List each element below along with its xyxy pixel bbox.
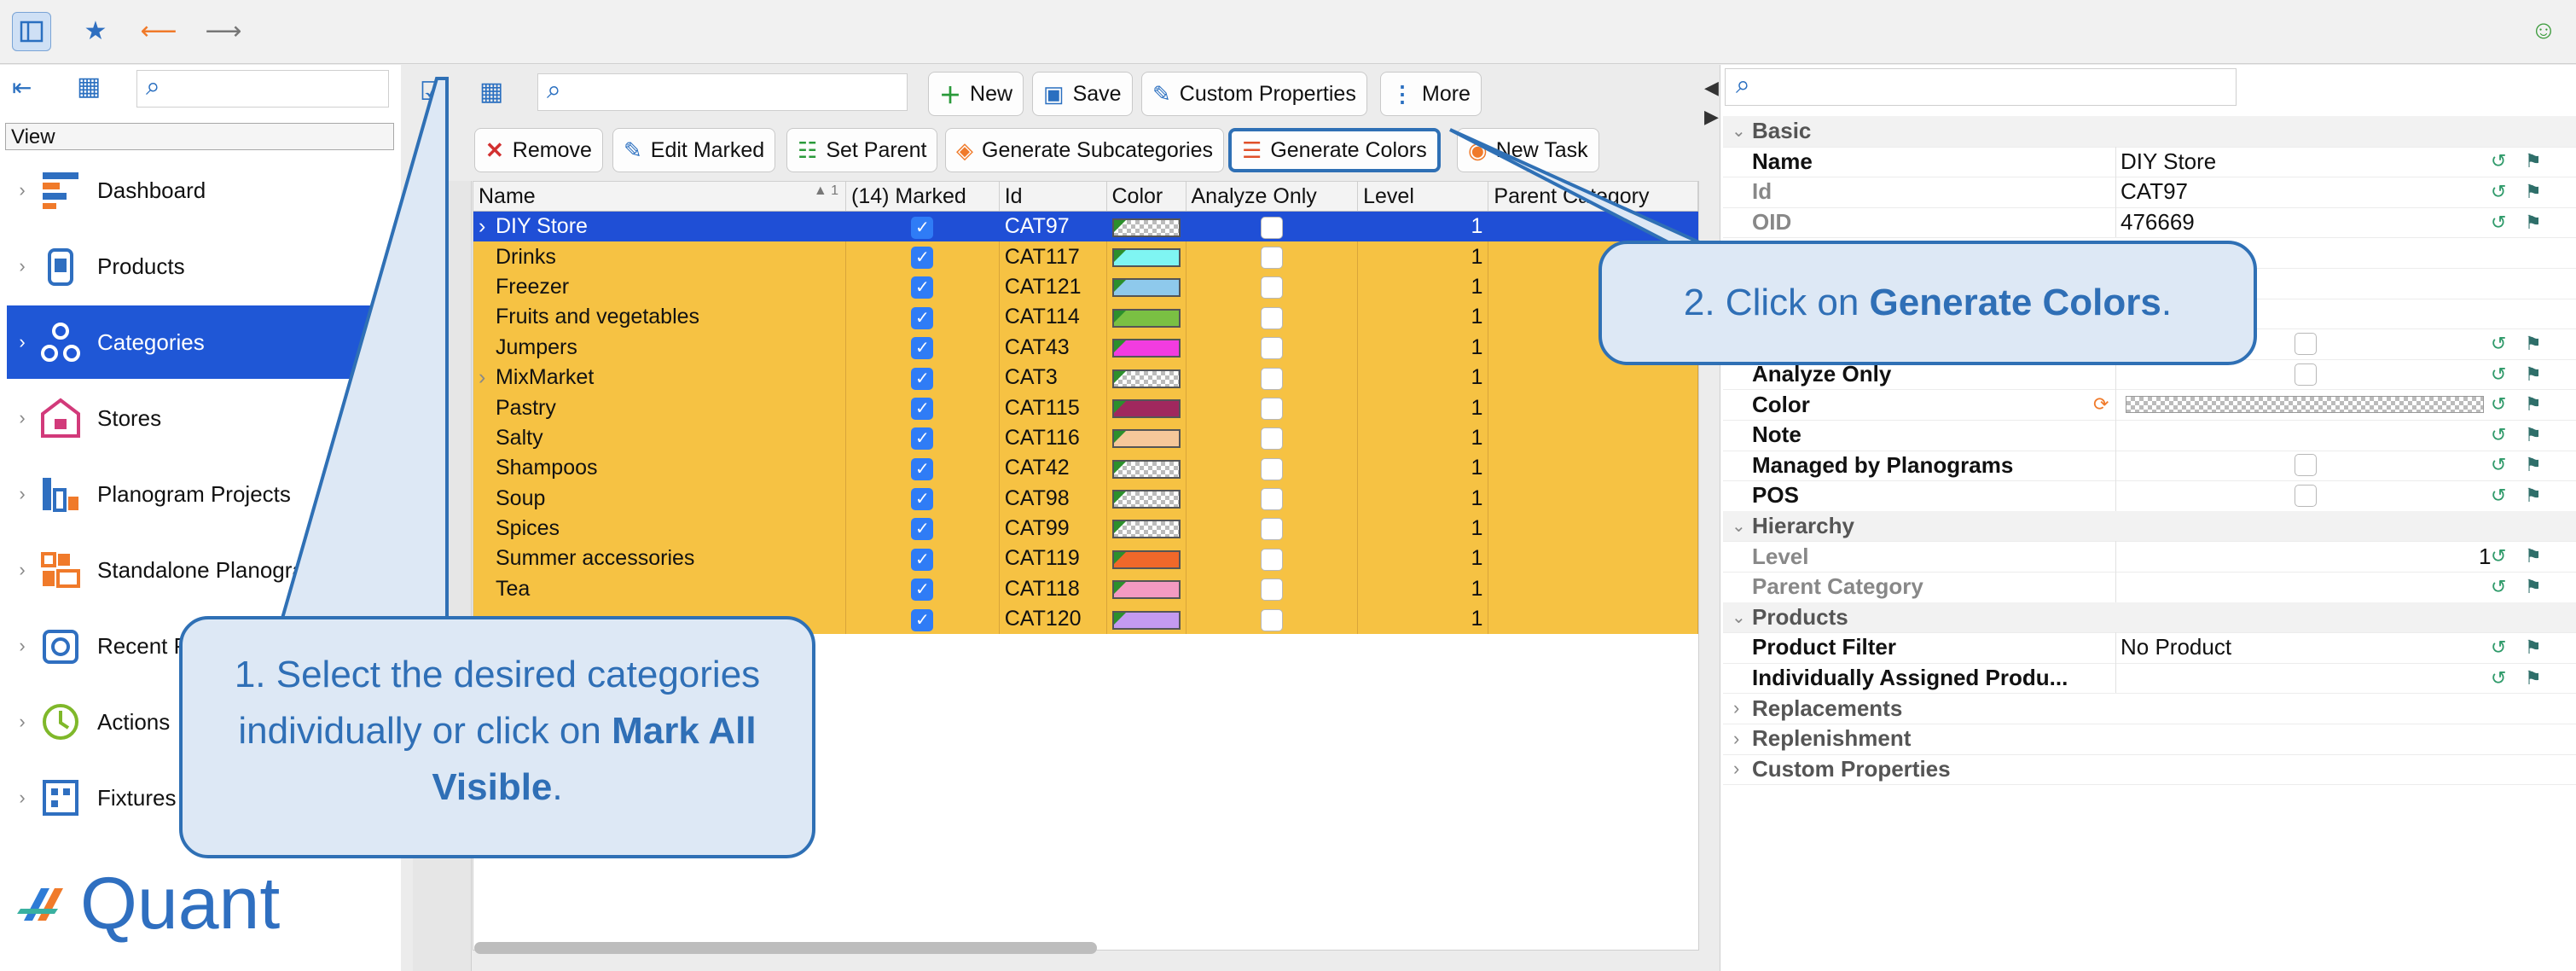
callout-1-pointer: [279, 77, 449, 623]
callout-step-2: 2. Click on Generate Colors.: [1598, 241, 2257, 365]
callout-step-1: 1. Select the desired categories individ…: [179, 616, 815, 858]
